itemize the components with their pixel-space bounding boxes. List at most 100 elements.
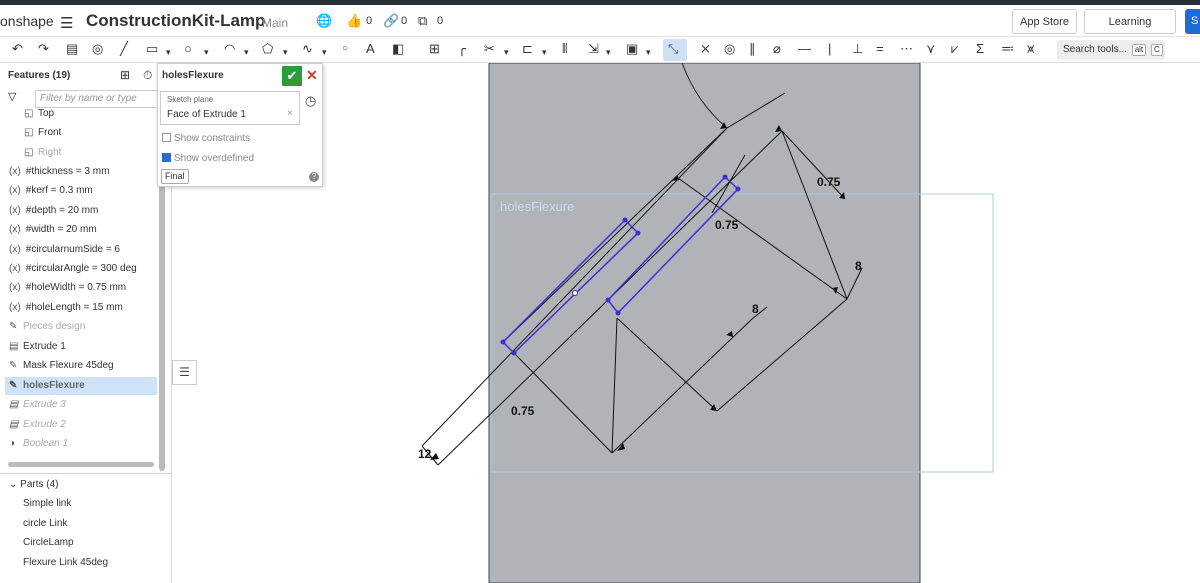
part-item[interactable]: CircleLamp — [23, 537, 74, 548]
feature-item-boolean-1[interactable]: ◑ Boolean 1 — [9, 435, 68, 453]
feature-item-extrude-2[interactable]: ▤ Extrude 2 — [9, 416, 66, 434]
sketch-graphics[interactable]: holesFlexure 0.75 0.75 8 8 0.75 12 — [172, 63, 1200, 583]
dimension-value: 0.75 — [715, 218, 739, 232]
feature-item-front[interactable]: ◱ Front — [24, 124, 61, 142]
part-item[interactable]: circle Link — [23, 518, 67, 529]
show-constraints-checkbox[interactable]: Show constraints — [162, 133, 250, 144]
globe-icon[interactable]: 🌐 — [316, 13, 332, 29]
fillet-icon[interactable]: ╭ — [458, 41, 466, 57]
feature-item-width[interactable]: (x) #width = 20 mm — [9, 221, 97, 239]
construction-icon[interactable]: ◧ — [392, 41, 404, 57]
accept-check-icon[interactable]: ✔ — [282, 66, 302, 86]
coincident-icon[interactable]: ⨯ — [700, 41, 711, 57]
parts-header[interactable]: ⌄ Parts (4) — [9, 479, 59, 490]
vertical-icon[interactable]: | — [828, 41, 831, 57]
feature-item-kerf[interactable]: (x) #kerf = 0.3 mm — [9, 182, 93, 200]
midpoint-line-icon[interactable]: ⊞ — [429, 41, 440, 57]
sketch-plane-field[interactable]: Sketch plane Face of Extrude 1 × — [160, 91, 300, 125]
clear-icon[interactable]: × — [287, 108, 293, 119]
mirror-icon[interactable]: ⫴ — [562, 41, 567, 57]
concentric-icon[interactable]: ◎ — [724, 41, 735, 57]
chevron-down-icon[interactable]: ▾ — [322, 44, 327, 60]
chevron-down-icon[interactable]: ▾ — [283, 44, 288, 60]
feature-item-depth[interactable]: (x) #depth = 20 mm — [9, 202, 98, 220]
part-item[interactable]: Simple link — [23, 498, 71, 509]
document-title[interactable]: ConstructionKit-Lamp — [86, 11, 265, 31]
link-icon[interactable]: 🔗 — [383, 13, 399, 29]
horizontal-icon[interactable]: — — [798, 41, 811, 57]
feature-item-holesflexure[interactable]: ✎ holesFlexure — [5, 377, 157, 395]
feature-item-mask-flexure[interactable]: ✎ Mask Flexure 45deg — [9, 357, 114, 375]
sketch-canvas[interactable]: holesFlexure 0.75 0.75 8 8 0.75 12 — [172, 63, 1200, 583]
midpoint-icon[interactable]: ⋯ — [900, 41, 913, 57]
copy-icon[interactable]: ⧉ — [418, 13, 427, 29]
feature-item-top[interactable]: ◱ Top — [24, 105, 54, 123]
point-icon[interactable]: ○ — [342, 41, 348, 57]
redo-icon[interactable]: ↷ — [38, 41, 49, 57]
feature-item-extrude-3[interactable]: ▤ Extrude 3 — [9, 396, 66, 414]
rollback-timer-icon[interactable]: ⏱ — [143, 68, 152, 83]
feature-list-icon[interactable]: ▤ — [66, 41, 78, 57]
dialog-title[interactable]: holesFlexure — [162, 70, 224, 81]
rectangle-icon[interactable]: ▭ — [146, 41, 158, 57]
feature-item-thickness[interactable]: (x) #thickness = 3 mm — [9, 163, 109, 181]
checkbox-checked[interactable] — [162, 153, 171, 162]
pattern-icon[interactable]: ▣ — [626, 41, 638, 57]
show-overdefined-checkbox[interactable]: Show overdefined — [162, 153, 254, 164]
normal-icon[interactable]: ⋎ — [926, 41, 936, 57]
transform-icon[interactable]: ⇲ — [588, 41, 599, 57]
feature-item-holewidth[interactable]: (x) #holeWidth = 0.75 mm — [9, 279, 126, 297]
line-icon[interactable]: ╱ — [120, 41, 128, 57]
app-store-button[interactable]: App Store — [1012, 9, 1077, 34]
chevron-down-icon[interactable]: ▾ — [646, 44, 651, 60]
offset-icon[interactable]: ⊏ — [522, 41, 533, 57]
arc-icon[interactable]: ◠ — [224, 41, 235, 57]
feature-item-right[interactable]: ◱ Right — [24, 144, 61, 162]
tangent-icon[interactable]: ⌀ — [773, 41, 781, 57]
clock-icon[interactable]: ◷ — [305, 93, 316, 109]
circle-icon[interactable]: ○ — [184, 41, 192, 57]
dimension-icon[interactable]: ⤡ — [668, 41, 678, 57]
equal-icon[interactable]: = — [876, 41, 884, 57]
like-icon[interactable]: 👍 — [346, 13, 362, 29]
filter-icon[interactable]: ▽ — [8, 90, 16, 103]
onshape-logo[interactable]: onshape — [0, 13, 54, 29]
help-icon[interactable]: ? — [309, 172, 319, 182]
sketch-view-icon[interactable]: ◎ — [92, 41, 103, 57]
learning-center-button[interactable]: Learning Center — [1084, 9, 1176, 51]
feature-item-circularnumside[interactable]: (x) #circularnumSide = 6 — [9, 241, 120, 259]
search-tools-button[interactable]: Search tools... alt C — [1057, 40, 1165, 60]
final-button[interactable]: Final — [161, 169, 189, 184]
chevron-down-icon[interactable]: ▾ — [204, 44, 209, 60]
chevron-down-icon[interactable]: ▾ — [542, 44, 547, 60]
spline-icon[interactable]: ∿ — [302, 41, 313, 57]
chevron-down-icon[interactable]: ▾ — [166, 44, 171, 60]
workspace-name[interactable]: Main — [262, 16, 288, 30]
undo-icon[interactable]: ↶ — [12, 41, 23, 57]
pierce-icon[interactable]: ⩗ — [951, 41, 958, 57]
feature-item-circularangle[interactable]: (x) #circularAngle = 300 deg — [9, 260, 137, 278]
list-view-toggle-icon[interactable]: ☰ — [172, 360, 197, 385]
chevron-down-icon[interactable]: ▾ — [504, 44, 509, 60]
feature-item-holelength[interactable]: (x) #holeLength = 15 mm — [9, 299, 123, 317]
close-icon[interactable]: ✕ — [306, 67, 318, 84]
curvature-icon[interactable]: ⩙ — [1027, 41, 1034, 57]
chevron-down-icon[interactable]: ▾ — [244, 44, 249, 60]
menu-icon[interactable]: ☰ — [60, 14, 73, 32]
fix-icon[interactable]: ≕ — [1001, 41, 1014, 57]
checkbox-unchecked[interactable] — [162, 133, 171, 142]
text-icon[interactable]: A — [366, 41, 375, 57]
feature-list-hscrollbar[interactable] — [8, 462, 154, 467]
sketch-plane-value: Face of Extrude 1 — [167, 109, 246, 120]
share-button[interactable]: S — [1185, 9, 1200, 34]
trim-icon[interactable]: ✂ — [484, 41, 495, 57]
chevron-down-icon[interactable]: ▾ — [606, 44, 611, 60]
feature-item-pieces-design[interactable]: ✎ Pieces design — [9, 318, 85, 336]
feature-item-extrude-1[interactable]: ▤ Extrude 1 — [9, 338, 66, 356]
add-folder-icon[interactable]: ⊞ — [120, 68, 130, 82]
symmetric-icon[interactable]: Σ — [976, 41, 984, 57]
parallel-icon[interactable]: ∥ — [749, 41, 756, 57]
polygon-icon[interactable]: ⬠ — [262, 41, 273, 57]
part-item[interactable]: Flexure Link 45deg — [23, 557, 108, 568]
perpendicular-icon[interactable]: ⊥ — [852, 41, 863, 57]
